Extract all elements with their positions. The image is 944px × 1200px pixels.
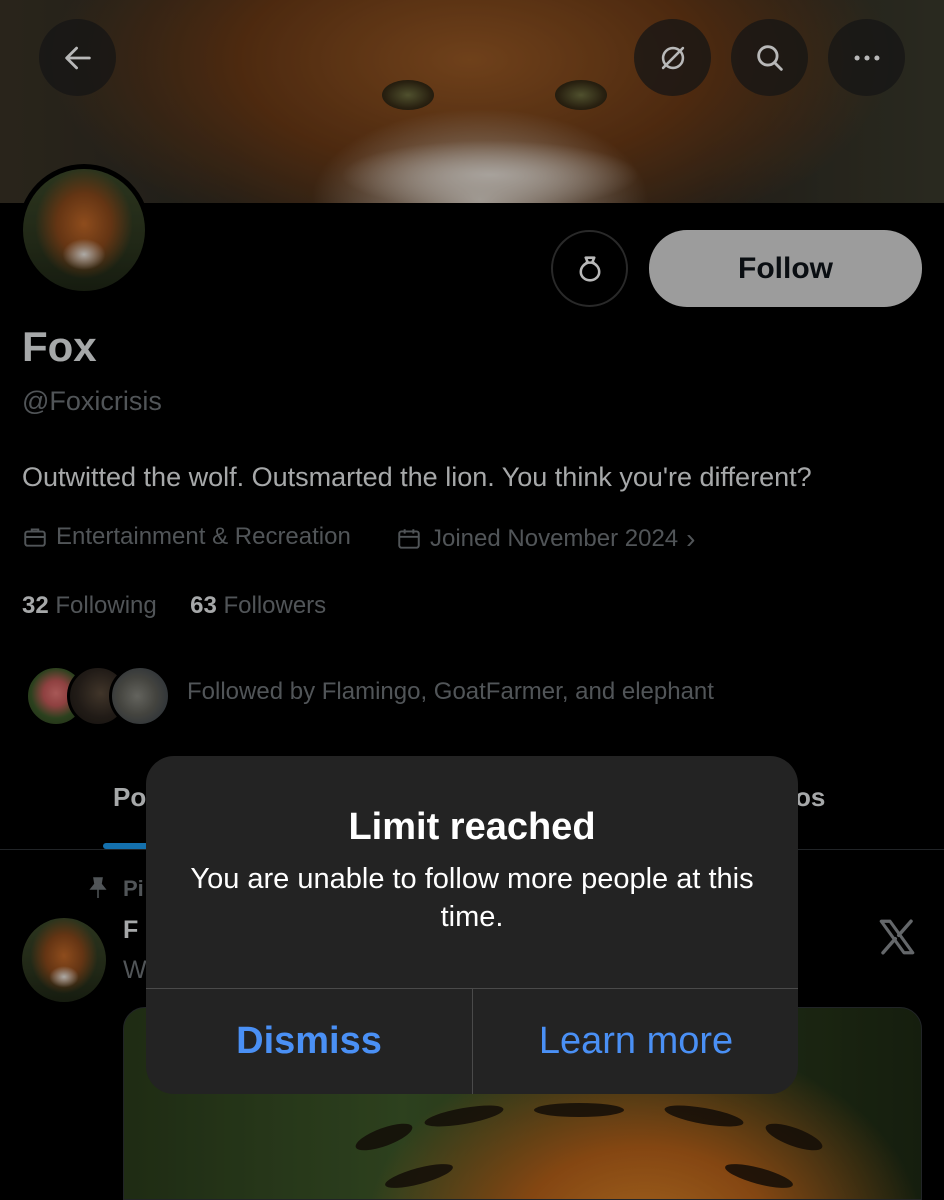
alert-message: You are unable to follow more people at … <box>190 863 754 933</box>
limit-reached-alert: Limit reached You are unable to follow m… <box>146 756 798 1094</box>
learn-more-button[interactable]: Learn more <box>473 989 798 1094</box>
alert-title: Limit reached <box>348 806 596 848</box>
dismiss-button[interactable]: Dismiss <box>146 989 472 1094</box>
